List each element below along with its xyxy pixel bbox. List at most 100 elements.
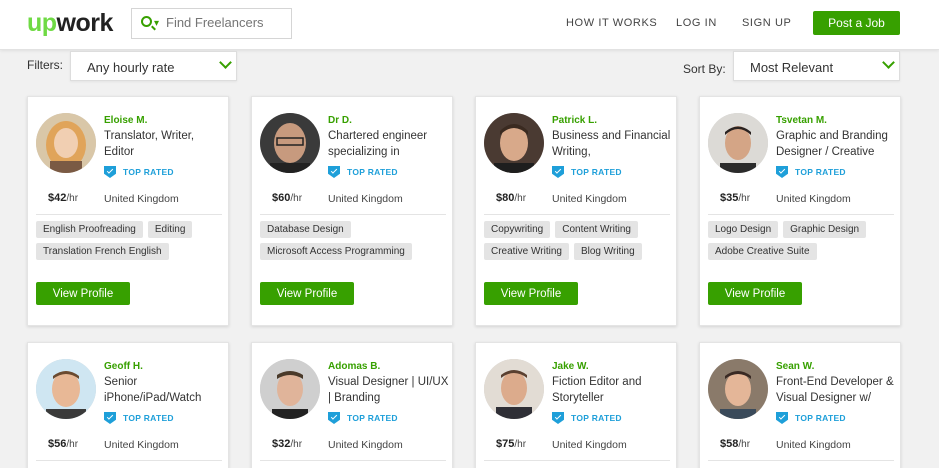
filters-label: Filters:: [27, 58, 63, 72]
skills-list: Logo Design Graphic Design Adobe Creativ…: [708, 221, 898, 265]
hourly-rate: $75/hr: [496, 438, 526, 450]
freelancer-title: Visual Designer | UI/UX | Branding: [328, 376, 449, 404]
search-input[interactable]: [166, 15, 286, 30]
divider: [484, 460, 670, 461]
freelancer-country: United Kingdom: [552, 439, 627, 451]
skill-tag[interactable]: Microsoft Access Programming: [260, 243, 412, 260]
skill-tag[interactable]: Translation French English: [36, 243, 169, 260]
skill-tag[interactable]: Creative Writing: [484, 243, 569, 260]
rate-value: $32: [272, 438, 291, 450]
upwork-logo[interactable]: upwork: [27, 9, 113, 38]
top-rated-label: TOP RATED: [123, 413, 174, 423]
top-rated-label: TOP RATED: [795, 413, 846, 423]
hourly-rate: $60/hr: [272, 192, 302, 204]
chevron-down-icon: [882, 56, 895, 69]
freelancer-card: Sean W. Front-End Developer & Visual Des…: [699, 342, 901, 468]
top-rated-icon: [776, 412, 788, 424]
divider: [260, 214, 446, 215]
sort-by-label: Sort By:: [683, 62, 726, 76]
view-profile-button[interactable]: View Profile: [708, 282, 802, 305]
skill-tag[interactable]: Logo Design: [708, 221, 779, 238]
view-profile-button[interactable]: View Profile: [484, 282, 578, 305]
avatar[interactable]: [484, 113, 544, 173]
freelancer-title: Chartered engineer specializing in: [328, 130, 428, 158]
divider: [36, 460, 222, 461]
freelancer-title: Graphic and Branding Designer / Creative: [776, 130, 888, 158]
top-rated-icon: [328, 166, 340, 178]
freelancer-name[interactable]: Tsvetan M.: [776, 115, 827, 126]
freelancer-country: United Kingdom: [776, 193, 851, 205]
top-rated-icon: [776, 166, 788, 178]
rate-value: $56: [48, 438, 67, 450]
nav-sign-up[interactable]: SIGN UP: [742, 17, 791, 29]
hourly-rate-select[interactable]: Any hourly rate: [70, 51, 237, 81]
avatar[interactable]: [260, 113, 320, 173]
skill-tag[interactable]: Blog Writing: [573, 243, 642, 260]
nav-how-it-works[interactable]: HOW IT WORKS: [566, 17, 657, 29]
rate-unit: /hr: [66, 193, 79, 204]
freelancer-name[interactable]: Geoff H.: [104, 361, 143, 372]
freelancer-name[interactable]: Dr D.: [328, 115, 352, 126]
top-rated-badge: TOP RATED: [328, 166, 398, 178]
top-rated-badge: TOP RATED: [552, 166, 622, 178]
view-profile-button[interactable]: View Profile: [36, 282, 130, 305]
top-rated-badge: TOP RATED: [552, 412, 622, 424]
chevron-down-icon[interactable]: ▾: [154, 18, 159, 29]
freelancer-name[interactable]: Adomas B.: [328, 361, 380, 372]
hourly-rate-value: Any hourly rate: [87, 60, 175, 75]
rate-unit: /hr: [738, 193, 751, 204]
rate-value: $75: [496, 438, 515, 450]
rate-value: $80: [496, 192, 515, 204]
skill-tag[interactable]: English Proofreading: [36, 221, 143, 238]
freelancer-country: United Kingdom: [104, 193, 179, 205]
rate-value: $35: [720, 192, 739, 204]
sort-select[interactable]: Most Relevant: [733, 51, 900, 81]
skill-tag[interactable]: Graphic Design: [783, 221, 867, 238]
avatar[interactable]: [260, 359, 320, 419]
freelancer-country: United Kingdom: [328, 439, 403, 451]
nav-log-in[interactable]: LOG IN: [676, 17, 717, 29]
search-box[interactable]: ▾: [131, 8, 292, 39]
search-icon[interactable]: [141, 16, 152, 27]
top-rated-label: TOP RATED: [571, 413, 622, 423]
top-rated-icon: [104, 412, 116, 424]
skill-tag[interactable]: Content Writing: [555, 221, 638, 238]
freelancer-title: Senior iPhone/iPad/Watch: [104, 376, 202, 404]
freelancer-name[interactable]: Patrick L.: [552, 115, 597, 126]
avatar[interactable]: [36, 359, 96, 419]
skill-tag[interactable]: Database Design: [260, 221, 351, 238]
hourly-rate: $56/hr: [48, 438, 78, 450]
hourly-rate: $35/hr: [720, 192, 750, 204]
freelancer-card: Geoff H. Senior iPhone/iPad/Watch TOP RA…: [27, 342, 229, 468]
rate-unit: /hr: [290, 193, 303, 204]
avatar[interactable]: [36, 113, 96, 173]
skill-tag[interactable]: Copywriting: [484, 221, 551, 238]
top-rated-icon: [552, 412, 564, 424]
skill-tag[interactable]: Editing: [147, 221, 193, 238]
top-rated-badge: TOP RATED: [104, 166, 174, 178]
avatar[interactable]: [708, 359, 768, 419]
view-profile-button[interactable]: View Profile: [260, 282, 354, 305]
avatar[interactable]: [484, 359, 544, 419]
skill-tag[interactable]: Adobe Creative Suite: [708, 243, 817, 260]
rate-value: $60: [272, 192, 291, 204]
freelancer-card: Eloise M. Translator, Writer, Editor TOP…: [27, 96, 229, 326]
top-rated-badge: TOP RATED: [328, 412, 398, 424]
top-rated-label: TOP RATED: [795, 167, 846, 177]
freelancer-name[interactable]: Sean W.: [776, 361, 814, 372]
freelancer-name[interactable]: Eloise M.: [104, 115, 147, 126]
rate-unit: /hr: [514, 439, 527, 450]
top-rated-badge: TOP RATED: [104, 412, 174, 424]
top-rated-label: TOP RATED: [123, 167, 174, 177]
post-job-button[interactable]: Post a Job: [813, 11, 900, 35]
freelancer-country: United Kingdom: [104, 439, 179, 451]
rate-unit: /hr: [66, 439, 79, 450]
freelancer-title: Business and Financial Writing,: [552, 130, 671, 158]
freelancer-title: Fiction Editor and Storyteller: [552, 376, 642, 404]
freelancer-name[interactable]: Jake W.: [552, 361, 589, 372]
top-header: upwork ▾ HOW IT WORKS LOG IN SIGN UP Pos…: [0, 0, 939, 50]
freelancer-country: United Kingdom: [552, 193, 627, 205]
top-rated-label: TOP RATED: [347, 167, 398, 177]
chevron-down-icon: [219, 56, 232, 69]
avatar[interactable]: [708, 113, 768, 173]
